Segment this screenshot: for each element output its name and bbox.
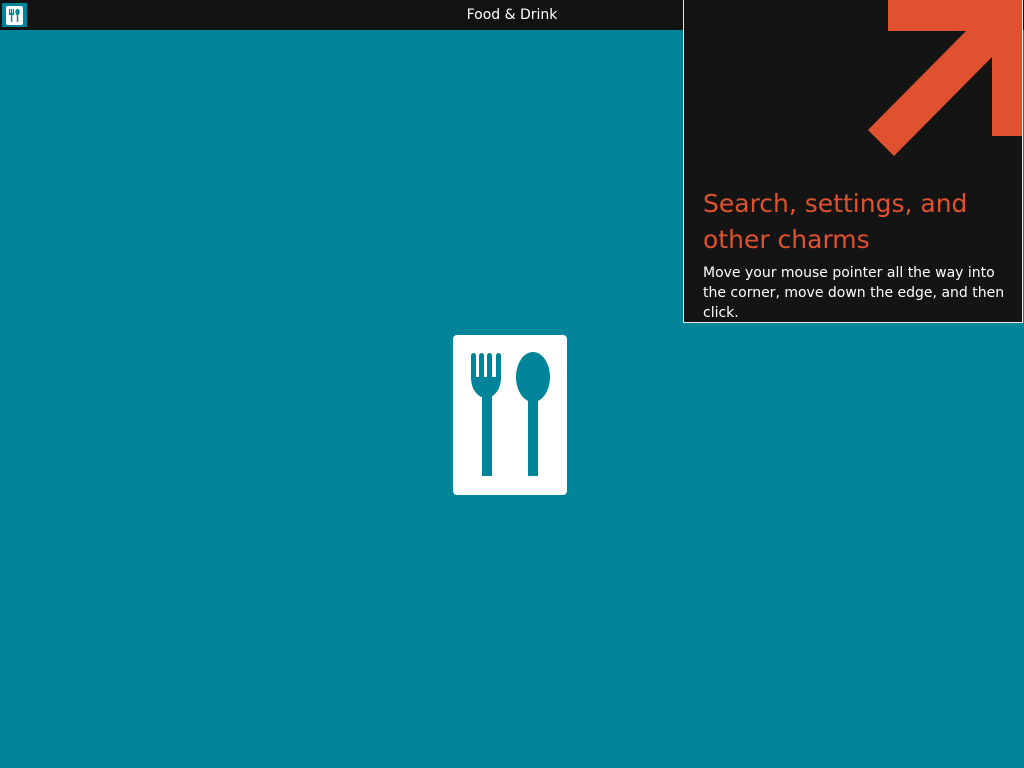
fork-spoon-icon [471, 352, 550, 476]
diagonal-arrow-icon [868, 0, 1022, 156]
splash-logo-tile [453, 335, 567, 495]
tip-body: Move your mouse pointer all the way into… [703, 265, 1005, 321]
charms-tip-panel: Search, settings, and other charms Move … [683, 0, 1023, 323]
tip-heading: Search, settings, and other charms [703, 189, 968, 254]
